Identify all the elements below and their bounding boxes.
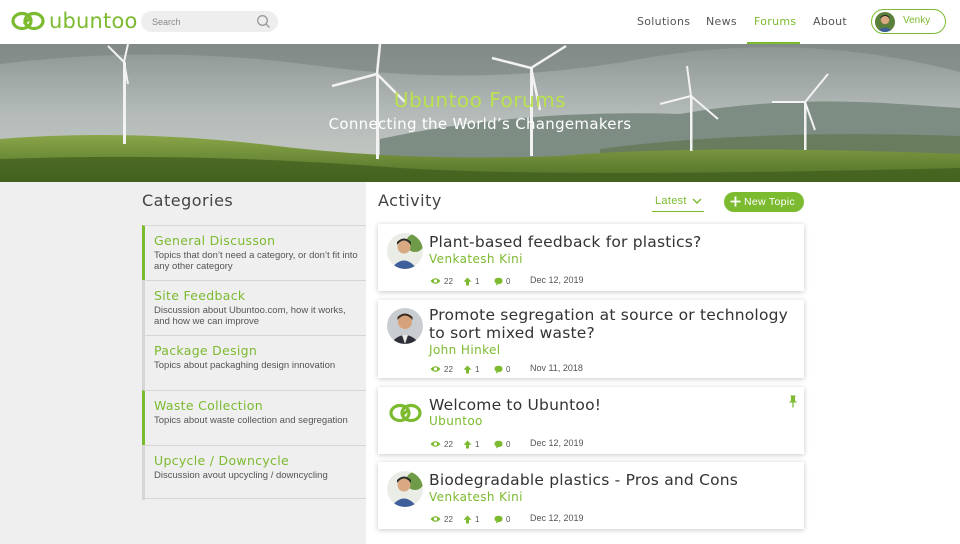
comments-stat: 0 (494, 363, 510, 375)
eye-icon (430, 278, 441, 284)
topic-title[interactable]: Biodegradable plastics - Pros and Cons (429, 471, 738, 489)
views-count: 22 (444, 364, 453, 374)
comments-stat: 0 (494, 513, 510, 525)
comment-icon (494, 365, 503, 373)
views-stat: 22 (430, 438, 453, 450)
author-avatar (387, 471, 423, 507)
arrow-up-icon (463, 277, 472, 285)
topic-card-pinned[interactable]: Welcome to Ubuntoo! Ubuntoo 22 1 0 Dec 1… (378, 387, 804, 454)
pin-icon (789, 395, 797, 408)
topic-date: Nov 11, 2018 (530, 363, 583, 373)
hero-banner: Ubuntoo Forums Connecting the World’s Ch… (0, 44, 960, 182)
top-nav: ubuntoo Solutions News Forums About Venk… (0, 0, 960, 44)
topic-title[interactable]: Welcome to Ubuntoo! (429, 396, 601, 414)
category-site-feedback[interactable]: Site Feedback Discussion about Ubuntoo.c… (142, 280, 366, 335)
topic-author[interactable]: John Hinkel (429, 343, 501, 357)
upvotes-stat: 1 (463, 363, 479, 375)
new-topic-label: New Topic (744, 196, 795, 208)
views-stat: 22 (430, 513, 453, 525)
category-title: Package Design (154, 343, 258, 358)
new-topic-button[interactable]: New Topic (724, 192, 804, 212)
wind-farm-image (0, 44, 960, 182)
category-title: Upcycle / Downcycle (154, 453, 289, 468)
author-avatar (387, 233, 423, 269)
nav-solutions[interactable]: Solutions (637, 15, 690, 28)
topic-title-line-2[interactable]: to sort mixed waste? (429, 324, 595, 342)
upvotes-stat: 1 (463, 438, 479, 450)
topic-title[interactable]: Plant-based feedback for plastics? (429, 233, 701, 251)
comment-icon (494, 515, 503, 523)
categories-heading: Categories (142, 191, 234, 210)
upvotes-count: 1 (475, 276, 480, 286)
eye-icon (430, 366, 441, 372)
topic-stats: 22 1 0 Nov 11, 2018 (430, 363, 690, 375)
chevron-down-icon (692, 198, 702, 204)
topic-card[interactable]: Biodegradable plastics - Pros and Cons V… (378, 462, 804, 529)
comments-stat: 0 (494, 275, 510, 287)
arrow-up-icon (463, 365, 472, 373)
comments-count: 0 (506, 439, 511, 449)
category-title: Waste Collection (154, 398, 263, 413)
comments-count: 0 (506, 514, 511, 524)
nav-about[interactable]: About (813, 15, 847, 28)
category-description: Topics that don’t need a category, or do… (154, 250, 358, 272)
hero-subtitle: Connecting the World’s Changemakers (328, 115, 632, 133)
category-description: Discussion avout upcycling / downcycling (154, 470, 328, 481)
views-stat: 22 (430, 363, 453, 375)
nav-links: Solutions News Forums About (0, 0, 960, 44)
comment-icon (494, 440, 503, 448)
topic-author[interactable]: Venkatesh Kini (429, 490, 523, 504)
comments-count: 0 (506, 276, 511, 286)
views-count: 22 (444, 276, 453, 286)
category-divider (142, 498, 366, 499)
category-description: Topics about packaghing design innovatio… (154, 360, 336, 371)
comments-stat: 0 (494, 438, 510, 450)
plus-icon (730, 196, 741, 207)
category-package-design[interactable]: Package Design Topics about packaghing d… (142, 335, 366, 390)
upvotes-count: 1 (475, 439, 480, 449)
nav-news[interactable]: News (706, 15, 737, 28)
sort-label: Latest (655, 195, 687, 207)
eye-icon (430, 441, 441, 447)
topic-date: Dec 12, 2019 (530, 513, 584, 523)
topic-card[interactable]: Promote segregation at source or technol… (378, 300, 804, 378)
author-avatar (387, 308, 423, 344)
ubuntoo-logo-avatar (387, 395, 423, 431)
comments-count: 0 (506, 364, 511, 374)
upvotes-stat: 1 (463, 275, 479, 287)
topic-author[interactable]: Ubuntoo (429, 414, 483, 428)
eye-icon (430, 516, 441, 522)
user-name: Venky (903, 15, 931, 26)
category-general-discussion[interactable]: General Discusson Topics that don’t need… (142, 225, 366, 280)
topic-stats: 22 1 0 Dec 12, 2019 (430, 513, 690, 525)
topic-card[interactable]: Plant-based feedback for plastics? Venka… (378, 224, 804, 291)
topic-date: Dec 12, 2019 (530, 438, 584, 448)
views-count: 22 (444, 439, 453, 449)
topic-title[interactable]: Promote segregation at source or technol… (429, 306, 788, 324)
topic-date: Dec 12, 2019 (530, 275, 584, 285)
arrow-up-icon (463, 440, 472, 448)
upvotes-count: 1 (475, 364, 480, 374)
category-waste-collection[interactable]: Waste Collection Topics about waste coll… (142, 390, 366, 445)
sort-dropdown[interactable]: Latest (652, 194, 704, 212)
arrow-up-icon (463, 515, 472, 523)
category-title: Site Feedback (154, 288, 246, 303)
user-menu-button[interactable]: Venky (871, 9, 946, 34)
nav-forums[interactable]: Forums (754, 15, 796, 28)
upvotes-count: 1 (475, 514, 480, 524)
avatar (875, 12, 895, 32)
topic-stats: 22 1 0 Dec 12, 2019 (430, 275, 690, 287)
topic-author[interactable]: Venkatesh Kini (429, 252, 523, 266)
views-stat: 22 (430, 275, 453, 287)
category-description: Topics about waste collection and segreg… (154, 415, 348, 426)
upvotes-stat: 1 (463, 513, 479, 525)
hero-title: Ubuntoo Forums (393, 88, 567, 112)
category-upcycle-downcycle[interactable]: Upcycle / Downcycle Discussion avout upc… (142, 445, 366, 500)
topic-stats: 22 1 0 Dec 12, 2019 (430, 438, 690, 450)
comment-icon (494, 277, 503, 285)
activity-heading: Activity (378, 191, 442, 210)
views-count: 22 (444, 514, 453, 524)
category-title: General Discusson (154, 233, 276, 248)
category-description: Discussion about Ubuntoo.com, how it wor… (154, 305, 346, 327)
